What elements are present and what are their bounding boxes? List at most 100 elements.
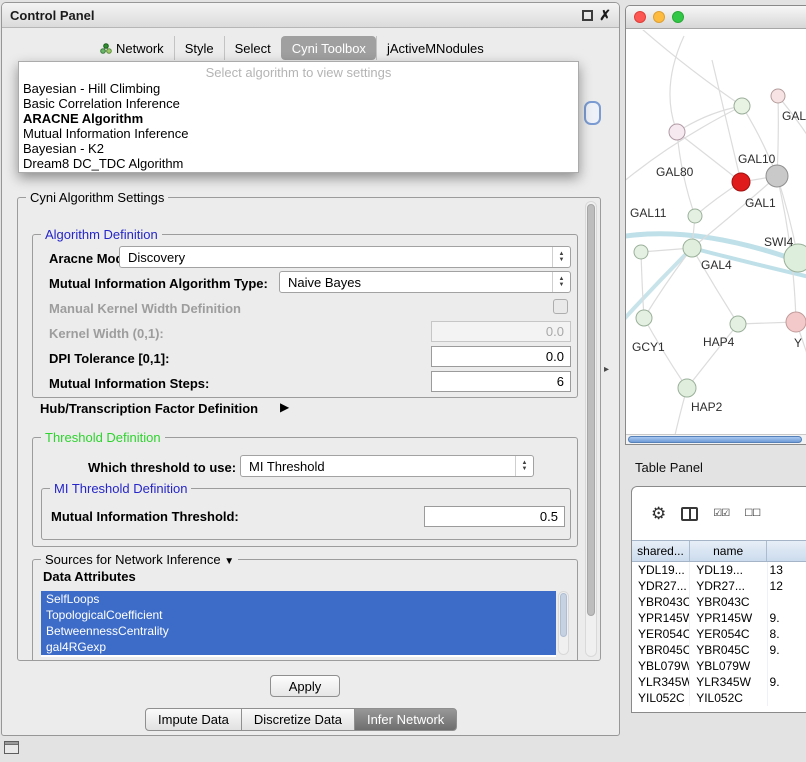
- network-edge[interactable]: [777, 96, 778, 176]
- network-node-top-green[interactable]: [734, 98, 750, 114]
- hub-section-label[interactable]: Hub/Transcription Factor Definition: [40, 401, 258, 416]
- minimize-traffic-light-icon[interactable]: [653, 11, 665, 23]
- network-node-gcy1[interactable]: [636, 310, 652, 326]
- table-cell: YBR043C: [632, 594, 690, 610]
- sources-title-text: Sources for Network Inference: [45, 552, 221, 567]
- tab-label: Style: [185, 41, 214, 56]
- columns-icon[interactable]: [681, 507, 698, 521]
- table-row[interactable]: YBR045CYBR045C9.: [632, 642, 806, 658]
- bottom-tab-infer-network[interactable]: Infer Network: [354, 708, 457, 731]
- table-row[interactable]: YPR145WYPR145W9.: [632, 610, 806, 626]
- select-all-icon[interactable]: ☑☑: [713, 508, 729, 519]
- mi-algorithm-type-value: Naive Bayes: [280, 275, 552, 290]
- sources-title[interactable]: Sources for Network Inference ▼: [41, 552, 238, 567]
- which-threshold-combo[interactable]: MI Threshold ▲▼: [240, 455, 534, 477]
- zoom-traffic-light-icon[interactable]: [672, 11, 684, 23]
- float-window-icon[interactable]: [582, 10, 593, 21]
- algorithm-option-bayesian-hill-climbing[interactable]: Bayesian - Hill Climbing: [19, 81, 578, 96]
- which-threshold-label: Which threshold to use:: [88, 460, 236, 475]
- close-traffic-light-icon[interactable]: [634, 11, 646, 23]
- attribute-item-selfloops[interactable]: SelfLoops: [41, 591, 556, 607]
- bottom-tab-discretize-data[interactable]: Discretize Data: [241, 708, 355, 731]
- table-cell: [768, 594, 806, 610]
- tab-select[interactable]: Select: [224, 36, 281, 60]
- algorithm-option-bayesian-k2[interactable]: Bayesian - K2: [19, 141, 578, 156]
- network-edge[interactable]: [634, 30, 742, 106]
- tab-cyni-toolbox[interactable]: Cyni Toolbox: [281, 36, 376, 60]
- tab-network[interactable]: Network: [90, 36, 174, 60]
- deselect-all-icon[interactable]: ☐☐: [744, 508, 760, 519]
- network-canvas-holder[interactable]: GALGAL80GAL10GAL11GAL1SWI4GAL4GCY1HAP4YH…: [626, 30, 806, 444]
- attribute-item-betweennesscentrality[interactable]: BetweennessCentrality: [41, 623, 556, 639]
- network-edge[interactable]: [641, 252, 644, 318]
- mi-algorithm-type-combo[interactable]: Naive Bayes ▲▼: [279, 271, 571, 293]
- table-row[interactable]: YBR043CYBR043C: [632, 594, 806, 610]
- attribute-list-scrollbar[interactable]: [558, 591, 569, 655]
- bottom-tab-impute-data[interactable]: Impute Data: [145, 708, 242, 731]
- network-window-titlebar[interactable]: [626, 6, 806, 29]
- network-edge[interactable]: [677, 106, 742, 132]
- network-node-gal10[interactable]: [732, 173, 750, 191]
- mi-steps-field[interactable]: 6: [431, 371, 571, 392]
- collapsed-arrow-icon[interactable]: ▶: [280, 400, 289, 414]
- column-header-name[interactable]: name: [690, 541, 767, 561]
- help-button[interactable]: [584, 101, 601, 125]
- algorithm-dropdown: Select algorithm to view settings Bayesi…: [18, 61, 579, 173]
- attribute-list-scrollbar-thumb[interactable]: [560, 593, 567, 637]
- settings-scrollbar[interactable]: [585, 201, 597, 657]
- table-row[interactable]: YBL079WYBL079W: [632, 658, 806, 674]
- attribute-item-topologicalcoefficient[interactable]: TopologicalCoefficient: [41, 607, 556, 623]
- mi-threshold-field[interactable]: 0.5: [424, 506, 565, 527]
- algorithm-option-aracne-algorithm[interactable]: ARACNE Algorithm: [19, 111, 578, 126]
- close-icon[interactable]: ✗: [599, 7, 611, 24]
- kernel-width-field: 0.0: [431, 321, 571, 342]
- algorithm-dropdown-placeholder: Select algorithm to view settings: [19, 64, 578, 81]
- table-row[interactable]: YER054CYER054C8.: [632, 626, 806, 642]
- network-node-gal4[interactable]: [683, 239, 701, 257]
- algorithm-option-mutual-information-inference[interactable]: Mutual Information Inference: [19, 126, 578, 141]
- gear-icon[interactable]: ⚙: [651, 504, 666, 524]
- network-node-hap2[interactable]: [678, 379, 696, 397]
- kernel-width-label: Kernel Width (0,1):: [49, 326, 164, 341]
- tab-style[interactable]: Style: [174, 36, 224, 60]
- network-icon: [100, 43, 112, 54]
- network-edge[interactable]: [687, 324, 738, 388]
- aracne-mode-combo[interactable]: Discovery ▲▼: [119, 246, 571, 268]
- table-row[interactable]: YLR345WYLR345W9.: [632, 674, 806, 690]
- apply-button[interactable]: Apply: [270, 675, 340, 697]
- network-horizontal-scrollbar[interactable]: [626, 434, 806, 444]
- network-hscroll-thumb[interactable]: [628, 436, 802, 443]
- network-edge[interactable]: [796, 322, 806, 398]
- network-graph[interactable]: GALGAL80GAL10GAL11GAL1SWI4GAL4GCY1HAP4YH…: [626, 30, 806, 445]
- expanded-arrow-icon[interactable]: ▼: [224, 556, 234, 567]
- network-node-gray[interactable]: [766, 165, 788, 187]
- network-edge[interactable]: [670, 36, 684, 132]
- mi-threshold-group: MI Threshold Definition Mutual Informati…: [41, 488, 571, 540]
- table-cell: YDL19...: [632, 562, 690, 578]
- column-header-2[interactable]: [767, 541, 806, 561]
- panel-collapse-handle-icon[interactable]: ▸: [604, 364, 609, 375]
- algorithm-option-dream8-dc-tdc-algorithm[interactable]: Dream8 DC_TDC Algorithm: [19, 156, 578, 171]
- network-node-top-right[interactable]: [771, 89, 785, 103]
- table-row[interactable]: YDR27...YDR27...12: [632, 578, 806, 594]
- network-node-mid[interactable]: [688, 209, 702, 223]
- control-panel-titlebar[interactable]: Control Panel ✗: [2, 3, 619, 28]
- algorithm-option-basic-correlation-inference[interactable]: Basic Correlation Inference: [19, 96, 578, 111]
- table-row[interactable]: YDL19...YDL19...13: [632, 562, 806, 578]
- network-node-left[interactable]: [634, 245, 648, 259]
- dpi-tolerance-field[interactable]: 0.0: [431, 346, 571, 367]
- column-header-shared[interactable]: shared...: [632, 541, 690, 561]
- network-node-hap4[interactable]: [730, 316, 746, 332]
- table-cell: YIL052C: [690, 690, 767, 706]
- minimized-panel-icon[interactable]: [4, 741, 19, 754]
- manual-kernel-checkbox[interactable]: [553, 299, 568, 314]
- attribute-item-gal4rgexp[interactable]: gal4RGexp: [41, 639, 556, 655]
- settings-scrollbar-thumb[interactable]: [587, 204, 595, 616]
- network-edge[interactable]: [712, 60, 741, 182]
- network-edge[interactable]: [644, 248, 692, 318]
- table-row[interactable]: YIL052CYIL052C: [632, 690, 806, 706]
- network-node-gal80[interactable]: [669, 124, 685, 140]
- network-node-pink[interactable]: [786, 312, 806, 332]
- tab-jactivemnodules[interactable]: jActiveMNodules: [376, 36, 494, 60]
- network-edge[interactable]: [778, 96, 806, 165]
